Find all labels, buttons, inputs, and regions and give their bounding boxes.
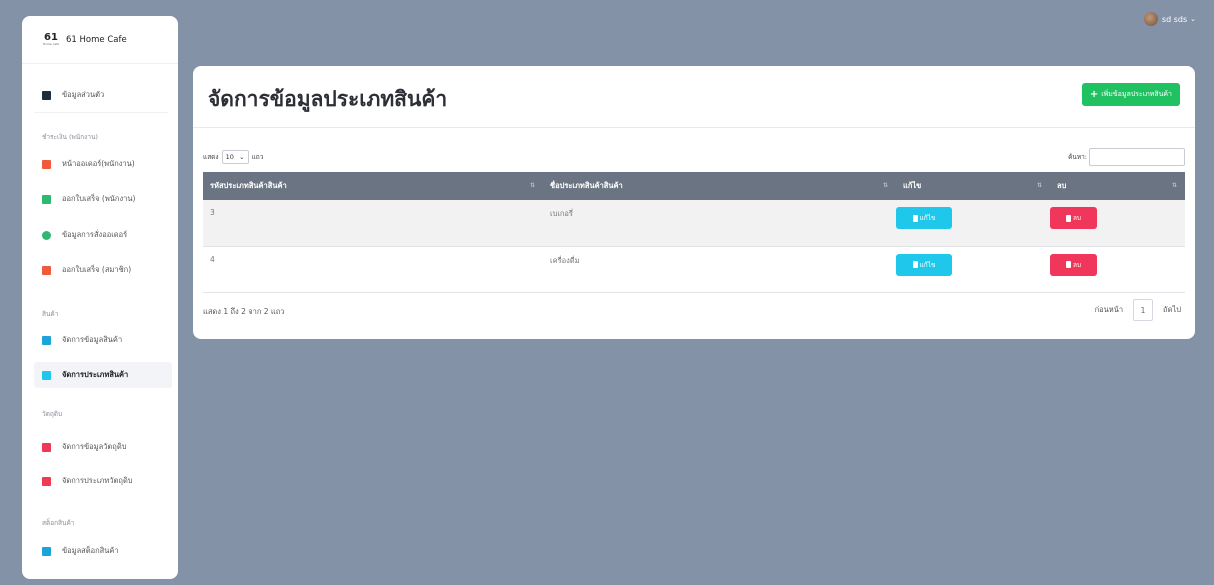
boxes-icon — [42, 546, 51, 556]
delete-label: ลบ — [1072, 214, 1082, 222]
sidebar-item-manage-material-types[interactable]: จัดการประเภทวัตถุดิบ — [34, 468, 172, 494]
column-header-delete[interactable]: ลบ ⇅ — [1050, 172, 1185, 200]
cell-id: 4 — [203, 246, 543, 293]
brand[interactable]: 61 Home cafe 61 Home Cafe — [22, 16, 178, 64]
table-row: 3 เบเกอรี่ แก้ไข ลบ — [203, 200, 1185, 247]
page-length-select[interactable]: 10 ⌄ — [221, 150, 249, 164]
sidebar-item-profile[interactable]: ข้อมูลส่วนตัว — [34, 82, 172, 108]
book-icon — [42, 159, 51, 169]
file-icon — [912, 261, 918, 268]
sidebar-item-label: ออกใบเสร็จ (สมาชิก) — [62, 265, 132, 274]
cell-edit: แก้ไข — [896, 246, 1050, 293]
search-label: ค้นหา: — [1068, 153, 1087, 161]
divider — [34, 112, 168, 113]
sidebar-item-label: จัดการประเภทสินค้า — [62, 370, 129, 379]
users-icon — [42, 230, 51, 240]
table-info: แสดง 1 ถึง 2 จาก 2 แถว — [203, 307, 285, 316]
page-length-control: แสดง 10 ⌄ แถว — [203, 150, 263, 164]
file-icon — [912, 214, 918, 222]
product-type-table: รหัสประเภทสินค้าสินค้า ⇅ ชื่อประเภทสินค้า… — [203, 172, 1185, 293]
sidebar-item-label: จัดการข้อมูลสินค้า — [62, 335, 123, 344]
main-card: จัดการข้อมูลประเภทสินค้า + เพิ่มข้อมูลปร… — [193, 66, 1195, 339]
add-product-type-button[interactable]: + เพิ่มข้อมูลประเภทสินค้า — [1081, 83, 1180, 106]
sidebar-item-receipt-member[interactable]: ออกใบเสร็จ (สมาชิก) — [34, 257, 172, 283]
sidebar: 61 Home cafe 61 Home Cafe ข้อมูลส่วนตัว ช… — [22, 16, 178, 579]
card-header: จัดการข้อมูลประเภทสินค้า + เพิ่มข้อมูลปร… — [193, 66, 1195, 128]
sidebar-item-order-data[interactable]: ข้อมูลการสั่งออเดอร์ — [34, 222, 172, 248]
column-header-edit[interactable]: แก้ไข ⇅ — [896, 172, 1050, 200]
delete-button[interactable]: ลบ — [1050, 253, 1097, 276]
cell-name: เบเกอรี่ — [543, 200, 896, 247]
sidebar-item-label: ข้อมูลการสั่งออเดอร์ — [62, 230, 128, 239]
page-title: จัดการข้อมูลประเภทสินค้า — [208, 87, 448, 111]
trash-icon — [1065, 261, 1071, 268]
brand-logo: 61 Home cafe — [42, 32, 60, 47]
briefcase-icon — [42, 442, 51, 452]
user-name: sd sds — [1161, 14, 1188, 24]
column-label: แก้ไข — [903, 181, 922, 190]
column-header-name[interactable]: ชื่อประเภทสินค้าสินค้า ⇅ — [543, 172, 896, 200]
sidebar-item-label: ข้อมูลสต็อกสินค้า — [62, 546, 119, 555]
edit-label: แก้ไข — [919, 260, 936, 269]
chevron-down-icon: ⌄ — [239, 153, 245, 161]
section-materials: วัตถุดิบ — [42, 410, 63, 418]
sort-icon: ⇅ — [1171, 182, 1177, 189]
search-input[interactable] — [1089, 148, 1185, 166]
length-suffix: แถว — [251, 153, 264, 161]
delete-label: ลบ — [1072, 260, 1082, 269]
brand-name: 61 Home Cafe — [66, 34, 127, 45]
boxes-icon — [42, 335, 51, 345]
table-header-row: รหัสประเภทสินค้าสินค้า ⇅ ชื่อประเภทสินค้า… — [203, 172, 1185, 200]
edit-button[interactable]: แก้ไข — [896, 207, 952, 229]
chevron-down-icon: ⌄ — [1190, 15, 1196, 23]
column-label: ชื่อประเภทสินค้าสินค้า — [550, 181, 623, 190]
pagination: ก่อนหน้า 1 ถัดไป — [1095, 299, 1181, 321]
sidebar-item-label: จัดการข้อมูลวัตถุดิบ — [62, 442, 127, 451]
section-stock: สต็อกสินค้า — [42, 519, 75, 527]
sidebar-item-label: ออกใบเสร็จ (พนักงาน) — [62, 194, 136, 203]
cell-delete: ลบ — [1050, 200, 1185, 247]
sidebar-item-stock[interactable]: ข้อมูลสต็อกสินค้า — [34, 538, 172, 564]
column-header-id[interactable]: รหัสประเภทสินค้าสินค้า ⇅ — [203, 172, 543, 200]
sidebar-item-manage-product-types[interactable]: จัดการประเภทสินค้า — [34, 362, 172, 388]
user-menu[interactable]: sd sds ⌄ — [1143, 12, 1196, 26]
book-icon — [42, 194, 51, 204]
length-value: 10 — [225, 153, 234, 161]
sidebar-item-manage-materials[interactable]: จัดการข้อมูลวัตถุดิบ — [34, 434, 172, 460]
column-label: ลบ — [1057, 181, 1067, 190]
length-prefix: แสดง — [203, 153, 219, 161]
edit-button[interactable]: แก้ไข — [896, 253, 952, 276]
add-button-label: เพิ่มข้อมูลประเภทสินค้า — [1101, 90, 1172, 98]
section-products: สินค้า — [42, 310, 59, 318]
search-control: ค้นหา: — [1068, 148, 1185, 166]
delete-button[interactable]: ลบ — [1050, 207, 1097, 229]
sidebar-item-order-page[interactable]: หน้าออเดอร์(พนักงาน) — [34, 151, 172, 177]
page-1-button[interactable]: 1 — [1133, 299, 1154, 321]
sidebar-item-label: หน้าออเดอร์(พนักงาน) — [62, 159, 135, 168]
plus-icon: + — [1089, 89, 1099, 100]
next-page-button[interactable]: ถัดไป — [1163, 304, 1181, 316]
sort-icon: ⇅ — [529, 182, 535, 189]
edit-label: แก้ไข — [919, 214, 936, 222]
avatar — [1143, 12, 1158, 26]
trash-icon — [1065, 214, 1071, 222]
book-icon — [42, 476, 51, 486]
cell-edit: แก้ไข — [896, 200, 1050, 247]
sidebar-item-label: จัดการประเภทวัตถุดิบ — [62, 476, 133, 485]
column-label: รหัสประเภทสินค้าสินค้า — [210, 181, 287, 190]
id-card-icon — [42, 90, 51, 100]
cell-id: 3 — [203, 200, 543, 247]
sidebar-item-manage-products[interactable]: จัดการข้อมูลสินค้า — [34, 327, 172, 353]
sidebar-item-label: ข้อมูลส่วนตัว — [62, 90, 105, 99]
prev-page-button[interactable]: ก่อนหน้า — [1095, 304, 1123, 316]
cell-delete: ลบ — [1050, 246, 1185, 293]
book-icon — [42, 370, 51, 380]
table-row: 4 เครื่องดื่ม แก้ไข ลบ — [203, 246, 1185, 293]
sort-icon: ⇅ — [882, 182, 888, 189]
book-icon — [42, 265, 51, 275]
sort-icon: ⇅ — [1036, 182, 1042, 189]
cell-name: เครื่องดื่ม — [543, 246, 896, 293]
section-payment: ชำระเงิน (พนักงาน) — [42, 133, 98, 141]
sidebar-item-receipt-staff[interactable]: ออกใบเสร็จ (พนักงาน) — [34, 186, 172, 212]
